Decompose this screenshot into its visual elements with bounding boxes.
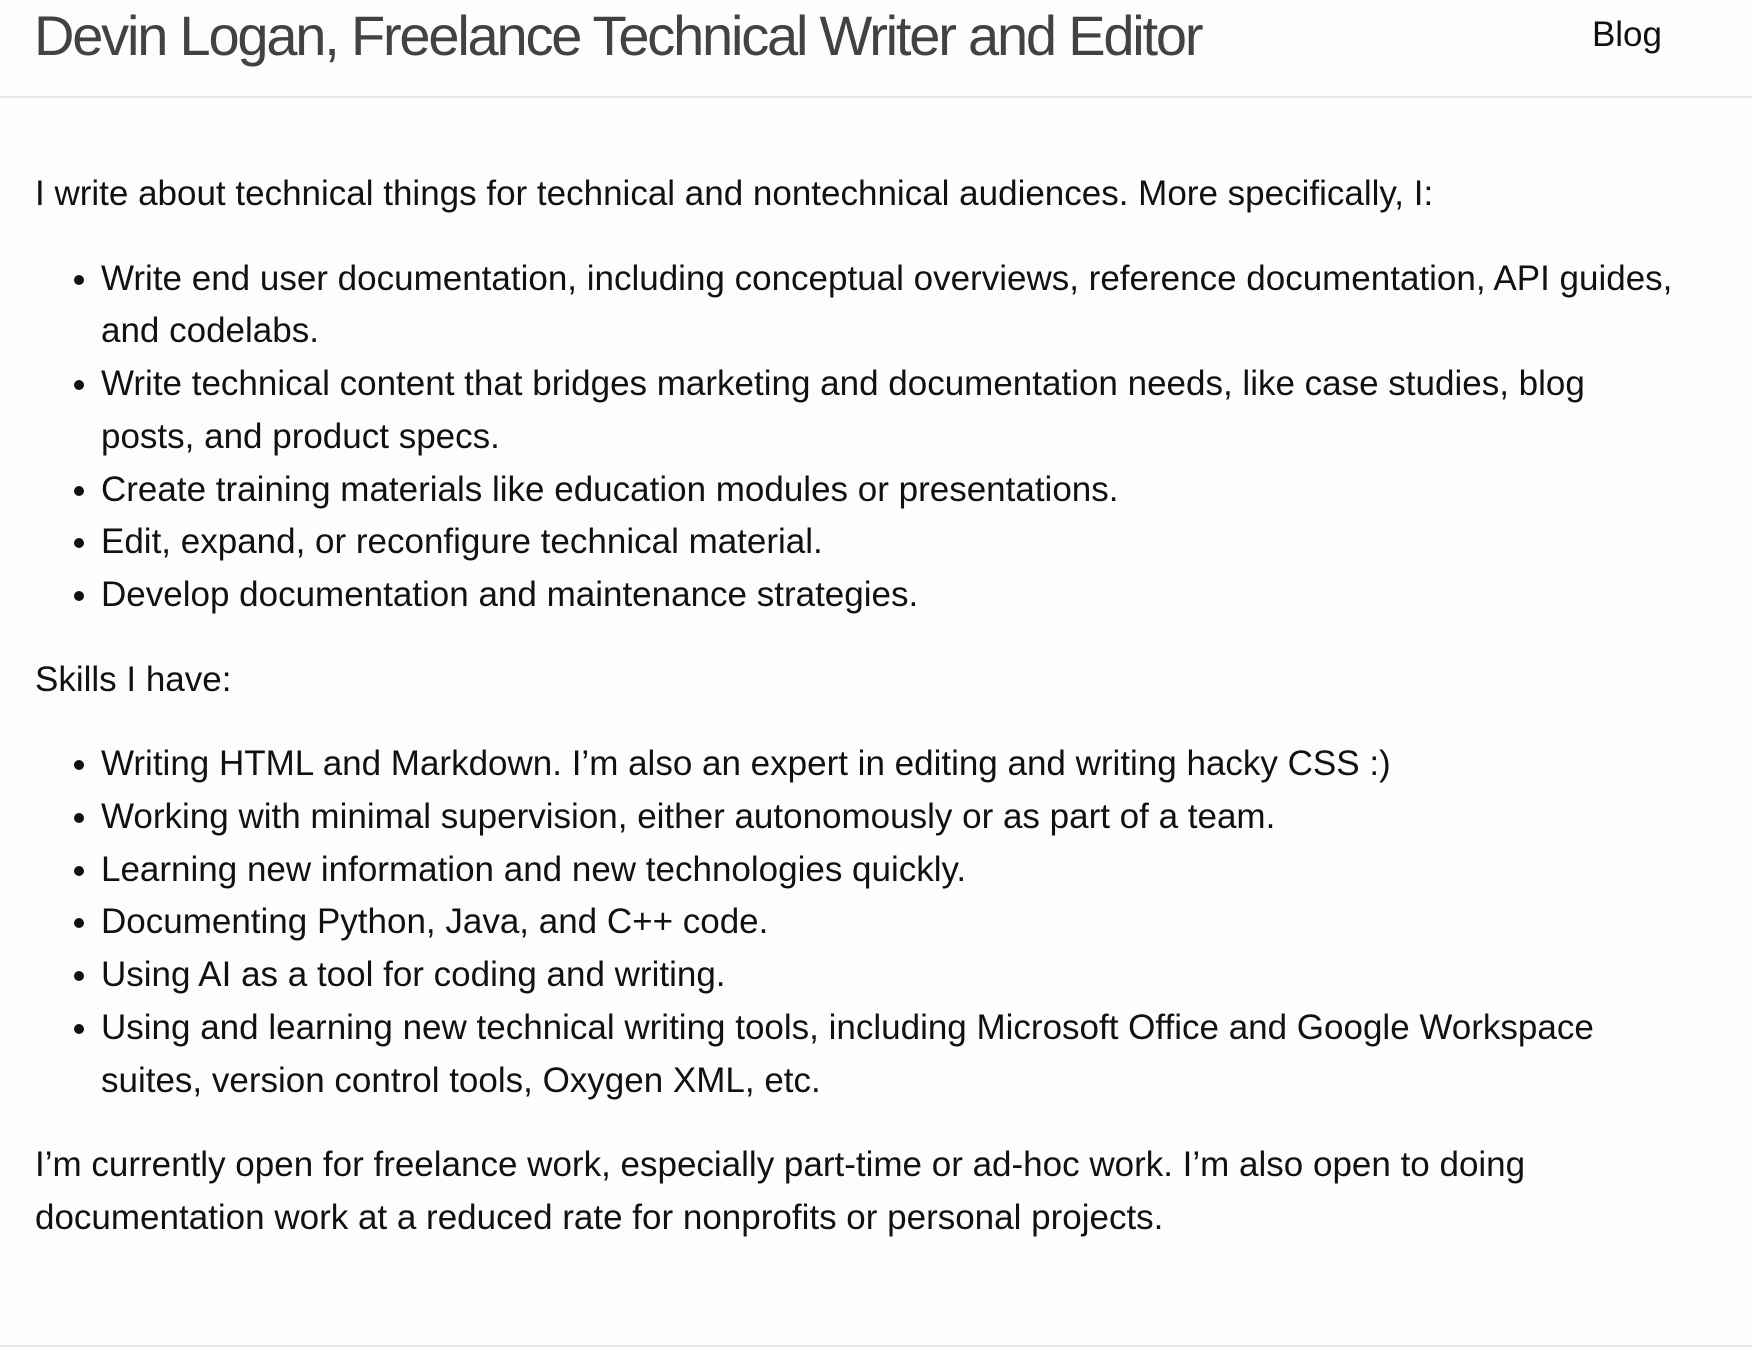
list-item: Write end user documentation, including … xyxy=(101,253,1675,358)
intro-paragraph: I write about technical things for techn… xyxy=(35,174,1434,213)
closing-paragraph: I’m currently open for freelance work, e… xyxy=(35,1145,1526,1237)
skills-list: Writing HTML and Markdown. I’m also an e… xyxy=(35,738,1675,1107)
list-item: Using and learning new technical writing… xyxy=(101,1002,1675,1107)
site-title-link[interactable]: Devin Logan, Freelance Technical Writer … xyxy=(34,2,1203,70)
list-item: Using AI as a tool for coding and writin… xyxy=(101,949,1675,1002)
nav-link-blog[interactable]: Blog xyxy=(1592,14,1662,56)
list-item: Writing HTML and Markdown. I’m also an e… xyxy=(101,738,1675,791)
list-item: Create training materials like education… xyxy=(101,464,1675,517)
list-item: Edit, expand, or reconfigure technical m… xyxy=(101,516,1675,569)
services-list: Write end user documentation, including … xyxy=(35,253,1675,622)
footer-divider xyxy=(0,1345,1752,1347)
list-item: Write technical content that bridges mar… xyxy=(101,358,1675,463)
main-content: I write about technical things for techn… xyxy=(35,168,1675,1245)
list-item: Documenting Python, Java, and C++ code. xyxy=(101,896,1675,949)
list-item: Learning new information and new technol… xyxy=(101,844,1675,897)
site-header: Devin Logan, Freelance Technical Writer … xyxy=(0,0,1752,98)
list-item: Develop documentation and maintenance st… xyxy=(101,569,1675,622)
skills-heading: Skills I have: xyxy=(35,659,232,699)
list-item: Working with minimal supervision, either… xyxy=(101,791,1675,844)
